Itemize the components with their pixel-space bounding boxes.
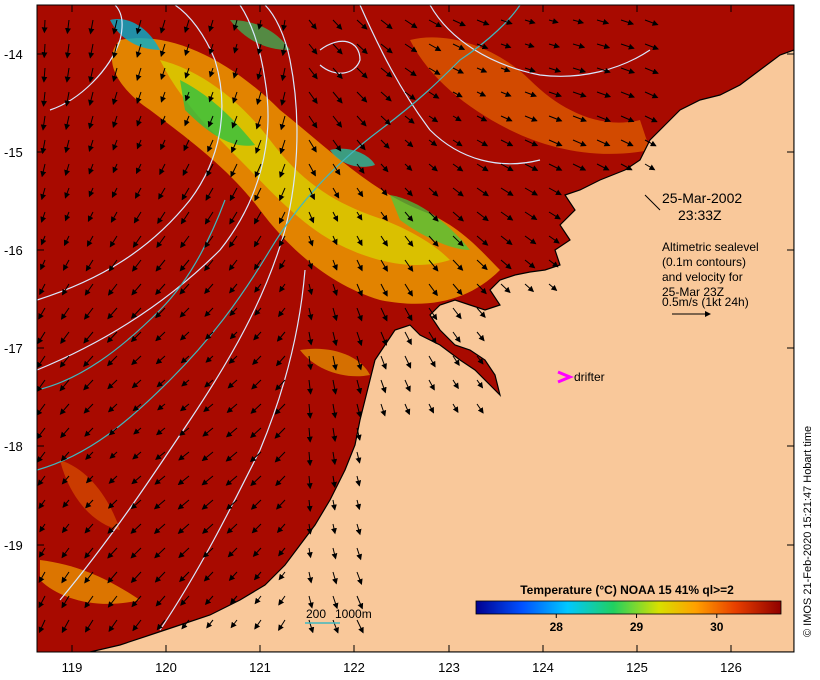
velocity-arrow [41, 19, 48, 34]
isobath-label-200: 200 [306, 607, 326, 621]
lon-tick-label: 120 [155, 660, 177, 675]
map-date: 25-Mar-2002 [662, 190, 742, 206]
drifter-label: drifter [574, 370, 605, 384]
lon-tick-label: 121 [249, 660, 271, 675]
lat-tick-label: -17 [4, 341, 23, 356]
colorbar-title: Temperature (°C) NOAA 15 41% ql>=2 [520, 583, 734, 597]
map-time: 23:33Z [678, 207, 722, 223]
colorbar-gradient [475, 600, 782, 615]
colorbar-tick-label: 29 [630, 620, 644, 634]
credit-text: © IMOS 21-Feb-2020 15:21:47 Hobart time [802, 426, 814, 637]
isobath-label-1000: 1000m [335, 607, 372, 621]
colorbar-tick-label: 30 [710, 620, 724, 634]
lon-tick-label: 119 [62, 660, 83, 675]
colorbar-tick-label: 28 [550, 620, 564, 634]
lat-tick-label: -19 [4, 538, 23, 553]
lon-tick-label: 123 [438, 660, 460, 675]
lat-tick-label: -16 [4, 243, 23, 258]
lon-tick-label: 122 [343, 660, 365, 675]
legend-line: 0.5m/s (1kt 24h) [662, 295, 749, 309]
lat-tick-label: -14 [4, 47, 23, 62]
isobath-legend: 200 1000m [305, 607, 372, 624]
sst-map: -14 -15 -16 -17 -18 -19 119 120 121 122 … [4, 4, 814, 675]
lon-tick-label: 124 [532, 660, 554, 675]
legend-line: and velocity for [662, 270, 743, 284]
lon-tick-label: 126 [720, 660, 742, 675]
legend-line: (0.1m contours) [662, 255, 746, 269]
legend-line: Altimetric sealevel [662, 240, 759, 254]
lat-tick-label: -18 [4, 439, 23, 454]
lon-tick-label: 125 [626, 660, 648, 675]
lat-tick-label: -15 [4, 145, 23, 160]
